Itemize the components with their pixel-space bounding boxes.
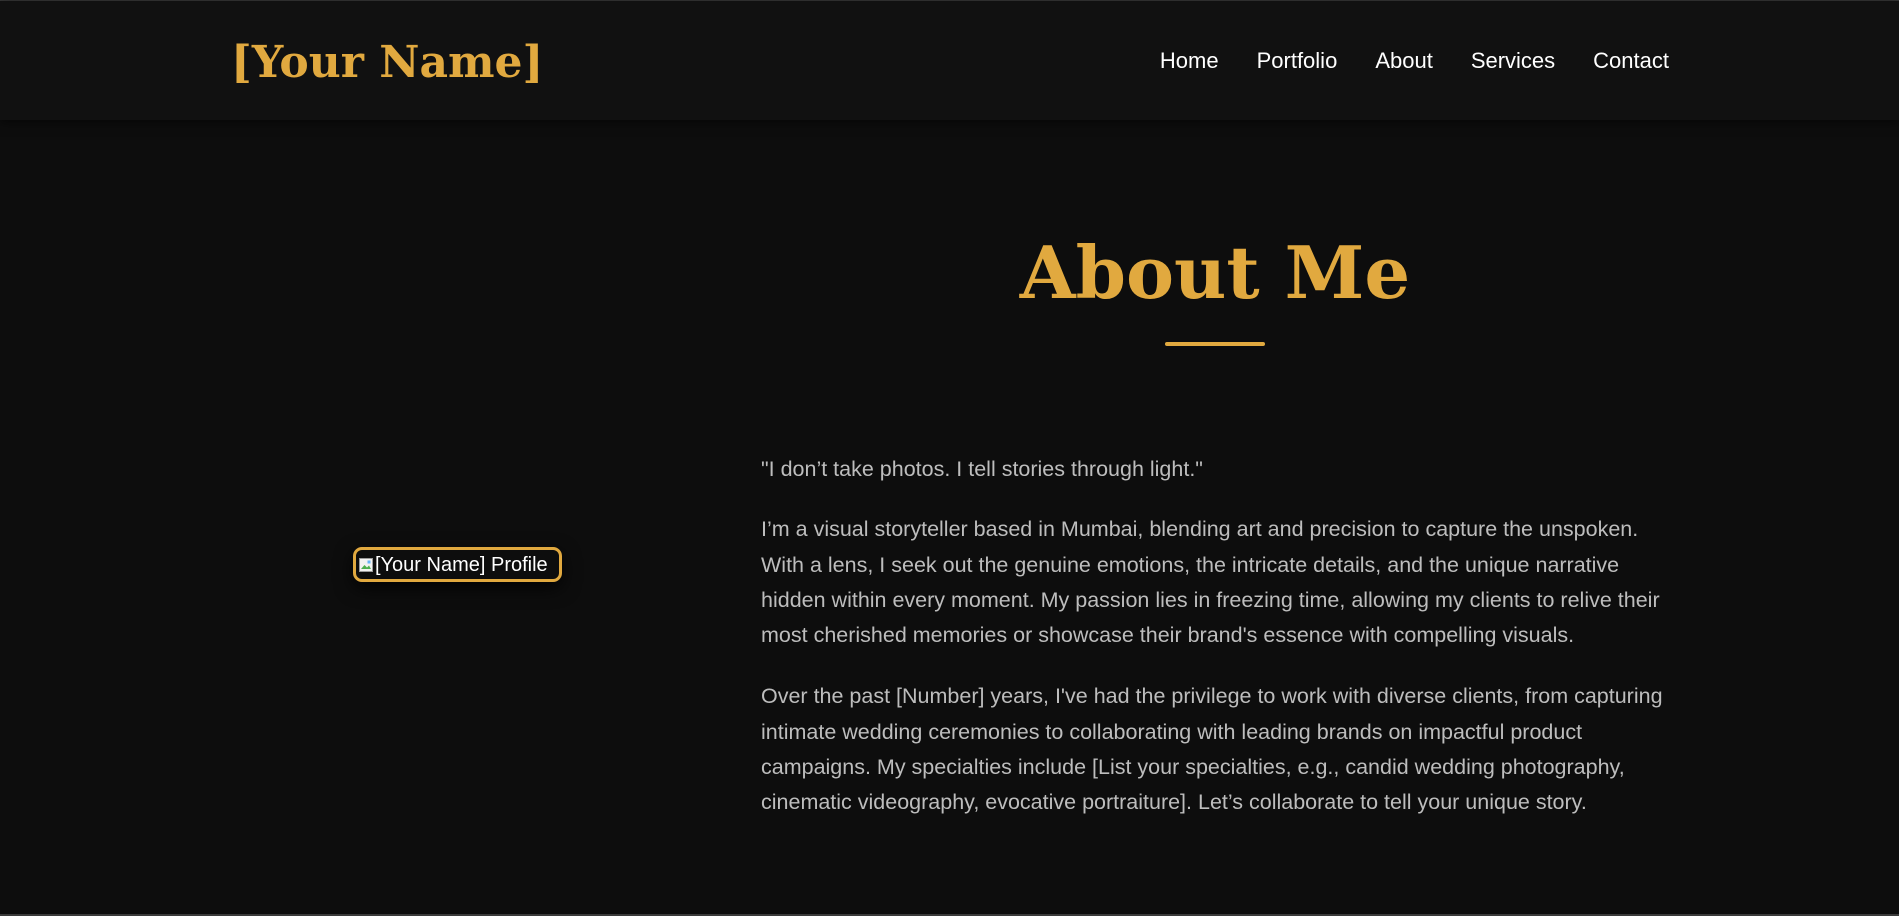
about-quote: "I don’t take photos. I tell stories thr… bbox=[761, 457, 1203, 481]
about-paragraph-1: I’m a visual storyteller based in Mumbai… bbox=[761, 517, 1660, 648]
site-header: [Your Name] Home Portfolio About Service… bbox=[0, 1, 1899, 120]
nav-link-home[interactable]: Home bbox=[1160, 47, 1219, 75]
site-logo[interactable]: [Your Name] bbox=[231, 35, 543, 91]
nav-link-contact[interactable]: Contact bbox=[1593, 47, 1669, 75]
nav-link-about[interactable]: About bbox=[1375, 47, 1433, 75]
nav-link-services[interactable]: Services bbox=[1471, 47, 1555, 75]
title-underline bbox=[1165, 342, 1265, 346]
about-content: "I don’t take photos. I tell stories thr… bbox=[761, 452, 1671, 847]
nav-link-portfolio[interactable]: Portfolio bbox=[1257, 47, 1338, 75]
main-nav: Home Portfolio About Services Contact bbox=[1160, 47, 1669, 75]
about-paragraph-2: Over the past [Number] years, I've had t… bbox=[761, 684, 1663, 815]
profile-image-alt-text: [Your Name] Profile bbox=[375, 553, 548, 576]
about-title: About Me bbox=[1019, 230, 1411, 315]
broken-image-icon bbox=[358, 557, 374, 573]
profile-image: [Your Name] Profile bbox=[353, 547, 562, 582]
